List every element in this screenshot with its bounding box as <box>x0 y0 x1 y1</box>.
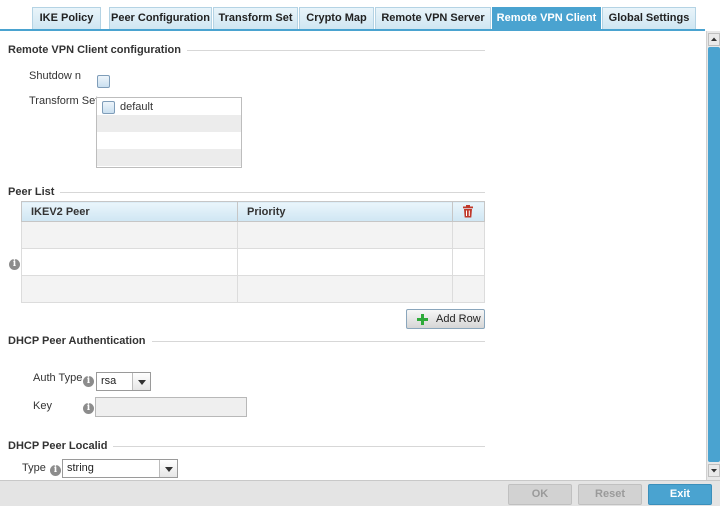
scroll-down-icon[interactable] <box>708 464 720 477</box>
list-item <box>97 115 241 132</box>
section-title-dhcp-localid: DHCP Peer Localid <box>8 440 114 452</box>
delete-column-header <box>452 201 485 222</box>
list-item[interactable]: default <box>97 98 241 115</box>
add-row-button[interactable]: Add Row <box>406 309 485 329</box>
form-content: Remote VPN Client configuration Shutdow … <box>0 31 706 480</box>
table-row <box>21 248 485 276</box>
shutdown-label: Shutdow n <box>29 70 81 82</box>
list-item <box>97 149 241 166</box>
auth-type-label: Auth Type <box>33 372 83 384</box>
column-header-ikev2-peer[interactable]: IKEV2 Peer <box>21 201 238 222</box>
tab-remote-vpn-server[interactable]: Remote VPN Server <box>375 7 491 29</box>
info-icon: i <box>9 259 20 270</box>
info-icon: i <box>83 403 94 414</box>
column-header-priority[interactable]: Priority <box>237 201 453 222</box>
section-divider <box>8 192 485 193</box>
table-row <box>21 275 485 303</box>
footer-bar: OK Reset Exit <box>0 480 720 506</box>
tab-transform-set[interactable]: Transform Set <box>213 7 298 29</box>
info-icon: i <box>83 376 94 387</box>
vertical-scrollbar[interactable] <box>706 31 720 480</box>
tab-peer-configuration[interactable]: Peer Configuration <box>109 7 212 29</box>
type-label: Type <box>22 462 46 474</box>
key-label: Key <box>33 400 52 412</box>
info-icon: i <box>50 465 61 476</box>
shutdown-checkbox[interactable] <box>97 75 110 88</box>
list-item <box>97 132 241 149</box>
table-row <box>21 221 485 249</box>
key-field[interactable] <box>95 397 247 417</box>
chevron-down-icon <box>159 460 177 477</box>
trash-icon[interactable] <box>462 205 474 218</box>
section-title-peer-list: Peer List <box>8 186 61 198</box>
table-header: IKEV2 Peer Priority <box>21 201 485 222</box>
transform-set-item-checkbox[interactable] <box>102 101 115 114</box>
transform-set-item-label: default <box>120 101 154 113</box>
ok-button[interactable]: OK <box>508 484 572 505</box>
scrollbar-thumb[interactable] <box>708 47 720 462</box>
section-title-client-config: Remote VPN Client configuration <box>8 44 187 56</box>
chevron-down-icon <box>132 373 150 390</box>
auth-type-select[interactable]: rsa <box>96 372 151 391</box>
scroll-up-icon[interactable] <box>708 33 720 46</box>
auth-type-value: rsa <box>101 375 117 387</box>
exit-button[interactable]: Exit <box>648 484 712 505</box>
tab-bar: IKE Policy Peer Configuration Transform … <box>0 0 720 31</box>
localid-type-value: string <box>67 462 94 474</box>
tab-remote-vpn-client[interactable]: Remote VPN Client <box>492 7 601 29</box>
tab-ike-policy[interactable]: IKE Policy <box>32 7 101 29</box>
transform-set-list[interactable]: default <box>96 97 242 168</box>
section-title-dhcp-auth: DHCP Peer Authentication <box>8 335 152 347</box>
tab-crypto-map[interactable]: Crypto Map <box>299 7 374 29</box>
tab-global-settings[interactable]: Global Settings <box>602 7 696 29</box>
localid-type-select[interactable]: string <box>62 459 178 478</box>
add-row-label: Add Row <box>436 313 481 325</box>
plus-icon <box>417 314 428 325</box>
peer-list-table: IKEV2 Peer Priority <box>21 201 485 303</box>
transform-set-label: Transform Set <box>29 95 99 107</box>
reset-button[interactable]: Reset <box>578 484 642 505</box>
